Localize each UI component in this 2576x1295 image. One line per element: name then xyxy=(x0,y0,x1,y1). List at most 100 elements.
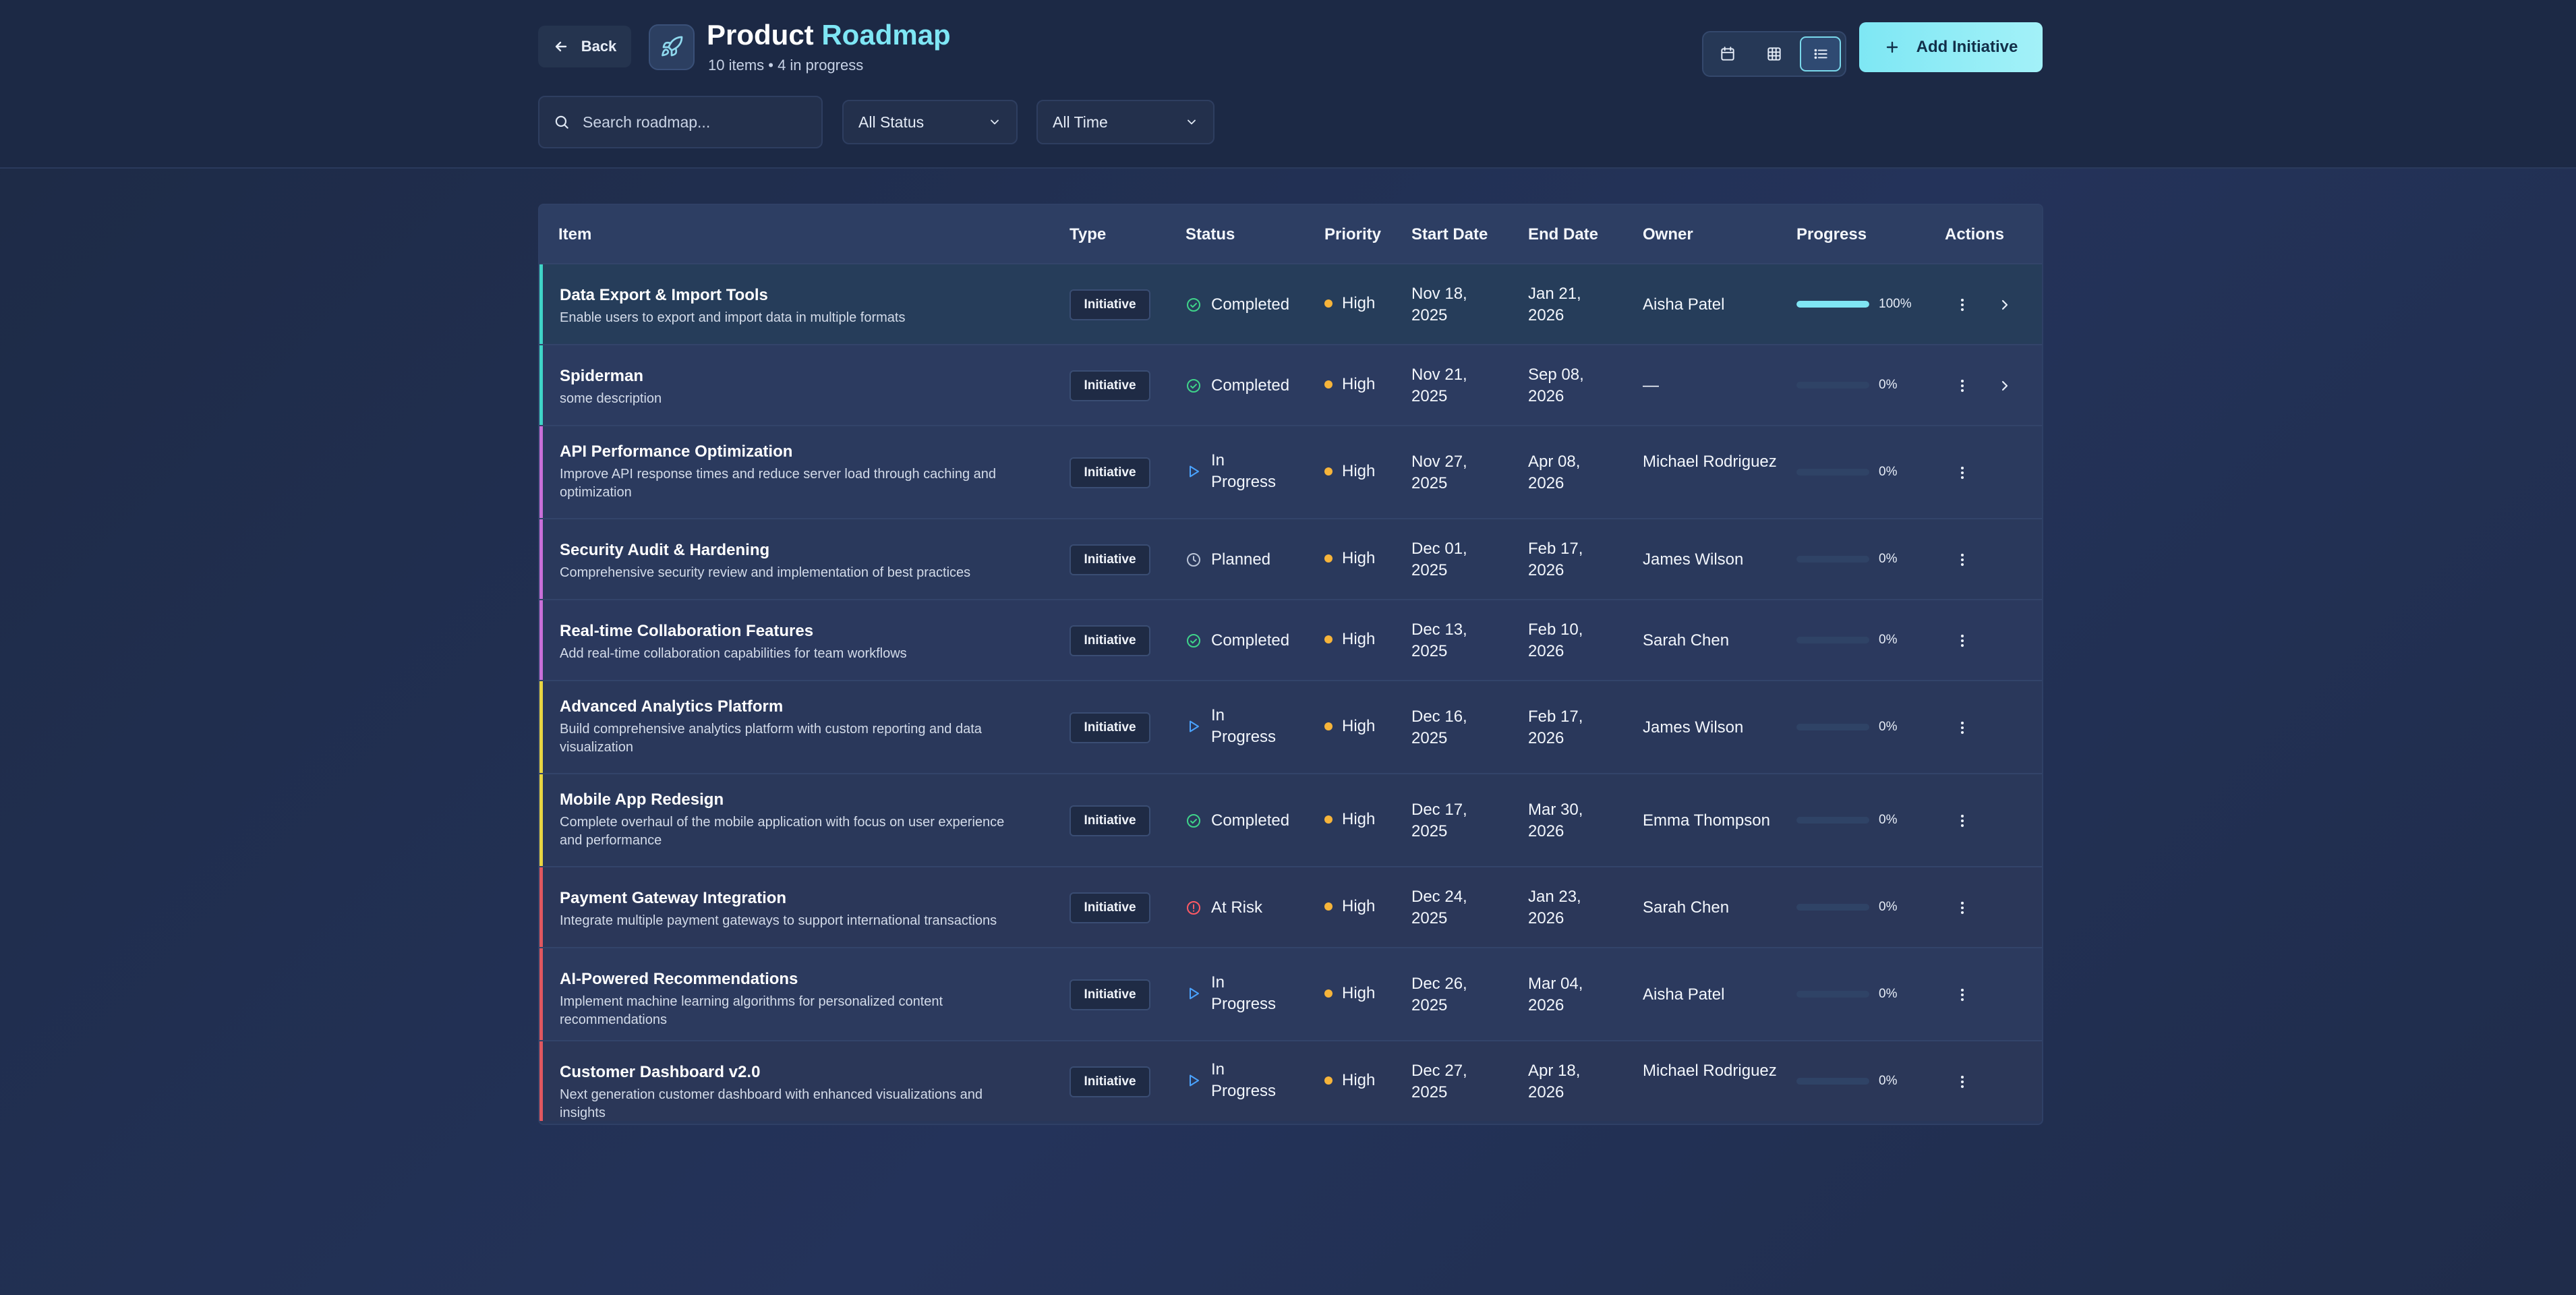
priority-label: High xyxy=(1342,630,1376,648)
calendar-view-button[interactable] xyxy=(1707,36,1749,71)
type-badge: Initiative xyxy=(1070,457,1150,488)
status-cell: In Progress xyxy=(1185,1059,1279,1102)
priority-dot xyxy=(1324,815,1333,824)
status-cell: Completed xyxy=(1185,810,1289,832)
more-actions-button[interactable] xyxy=(1952,463,1972,483)
search-placeholder: Search roadmap... xyxy=(583,113,711,131)
arrow-left-icon xyxy=(555,41,566,52)
item-title[interactable]: AI-Powered Recommendations xyxy=(560,970,1018,989)
column-header-progress[interactable]: Progress xyxy=(1796,225,1867,244)
more-actions-button[interactable] xyxy=(1952,718,1972,738)
row-accent-bar xyxy=(539,948,543,1040)
list-view-button[interactable] xyxy=(1800,36,1841,71)
item-title[interactable]: Payment Gateway Integration xyxy=(560,889,1018,908)
plus-icon xyxy=(1886,41,1898,53)
item-title[interactable]: Data Export & Import Tools xyxy=(560,286,1018,305)
priority-cell: High xyxy=(1324,1071,1375,1090)
more-vertical-icon xyxy=(1960,814,1964,828)
table-row[interactable]: Data Export & Import Tools Enable users t… xyxy=(539,263,2042,344)
table-row[interactable]: Payment Gateway Integration Integrate mul… xyxy=(539,866,2042,947)
start-date-day: Dec 16, xyxy=(1411,708,1467,726)
table-row[interactable]: AI-Powered Recommendations Implement mach… xyxy=(539,947,2042,1040)
end-date: Jan 21, 2026 xyxy=(1528,283,1581,326)
add-initiative-button[interactable]: Add Initiative xyxy=(1859,22,2043,72)
column-header-priority[interactable]: Priority xyxy=(1324,225,1381,244)
more-actions-button[interactable] xyxy=(1952,550,1972,570)
type-badge: Initiative xyxy=(1070,289,1150,320)
end-date-day: Mar 30, xyxy=(1528,801,1583,819)
column-header-item[interactable]: Item xyxy=(558,225,591,244)
item-cell: Mobile App Redesign Complete overhaul of … xyxy=(560,790,1018,850)
item-description: Implement machine learning algorithms fo… xyxy=(560,994,943,1027)
item-title[interactable]: Security Audit & Hardening xyxy=(560,541,1018,560)
column-header-end-date[interactable]: End Date xyxy=(1528,225,1598,244)
item-title[interactable]: Spiderman xyxy=(560,367,1018,386)
end-date: Apr 18, 2026 xyxy=(1528,1060,1580,1103)
more-actions-button[interactable] xyxy=(1952,631,1972,651)
list-icon xyxy=(1814,49,1827,59)
item-cell: API Performance Optimization Improve API … xyxy=(560,442,1018,502)
item-title[interactable]: API Performance Optimization xyxy=(560,442,1018,461)
start-date-day: Nov 27, xyxy=(1411,453,1467,471)
start-date-day: Dec 26, xyxy=(1411,975,1467,993)
priority-cell: High xyxy=(1324,462,1375,481)
table-row[interactable]: Mobile App Redesign Complete overhaul of … xyxy=(539,773,2042,866)
expand-row-button[interactable] xyxy=(1995,376,2015,396)
item-title[interactable]: Mobile App Redesign xyxy=(560,790,1018,809)
table-row[interactable]: API Performance Optimization Improve API … xyxy=(539,425,2042,518)
item-description: Add real-time collaboration capabilities… xyxy=(560,646,907,661)
more-vertical-icon xyxy=(1960,553,1964,567)
more-actions-button[interactable] xyxy=(1952,295,1972,315)
table-row[interactable]: Spiderman some description Initiative Compl… xyxy=(539,344,2042,425)
column-header-type[interactable]: Type xyxy=(1070,225,1106,244)
more-actions-button[interactable] xyxy=(1952,1072,1972,1092)
back-button[interactable]: Back xyxy=(538,26,631,67)
play-icon xyxy=(1190,1074,1199,1087)
status-filter-select[interactable]: All Status xyxy=(842,100,1018,144)
end-date: Feb 17, 2026 xyxy=(1528,538,1583,581)
item-title[interactable]: Advanced Analytics Platform xyxy=(560,697,1018,716)
table-row[interactable]: Real-time Collaboration Features Add real… xyxy=(539,599,2042,680)
column-header-actions: Actions xyxy=(1945,225,2005,243)
search-input[interactable]: Search roadmap... xyxy=(538,96,823,148)
start-date-year: 2025 xyxy=(1411,909,1448,927)
item-cell: AI-Powered Recommendations Implement mach… xyxy=(560,970,1018,1029)
progress-label: 0% xyxy=(1879,900,1898,914)
item-title[interactable]: Customer Dashboard v2.0 xyxy=(560,1063,1018,1082)
status-label: Completed xyxy=(1211,295,1290,314)
end-date-day: Apr 18, xyxy=(1528,1062,1581,1080)
type-badge: Initiative xyxy=(1070,979,1150,1010)
table-row[interactable]: Advanced Analytics Platform Build compreh… xyxy=(539,680,2042,773)
owner-name: Sarah Chen xyxy=(1643,631,1730,650)
item-title[interactable]: Real-time Collaboration Features xyxy=(560,622,1018,641)
end-date-year: 2026 xyxy=(1528,822,1564,840)
expand-row-button[interactable] xyxy=(1995,295,2015,315)
status-label: Completed xyxy=(1211,631,1290,650)
priority-label: High xyxy=(1342,375,1376,393)
item-cell: Security Audit & Hardening Comprehensive … xyxy=(560,541,1018,582)
more-actions-button[interactable] xyxy=(1952,898,1972,918)
item-description: Build comprehensive analytics platform w… xyxy=(560,722,982,755)
column-header-start-date[interactable]: Start Date xyxy=(1411,225,1488,244)
check-circle-icon xyxy=(1187,814,1200,828)
table-row[interactable]: Customer Dashboard v2.0 Next generation c… xyxy=(539,1040,2042,1121)
start-date-year: 2025 xyxy=(1411,1083,1448,1101)
progress-cell: 100% xyxy=(1796,297,1912,312)
type-badge: Initiative xyxy=(1070,370,1150,401)
start-date-year: 2025 xyxy=(1411,996,1448,1014)
grid-view-button[interactable] xyxy=(1754,36,1795,71)
status-cell: Planned xyxy=(1185,549,1279,571)
more-actions-button[interactable] xyxy=(1952,376,1972,396)
column-header-owner[interactable]: Owner xyxy=(1643,225,1693,244)
check-circle-icon xyxy=(1187,634,1200,648)
table-row[interactable]: Security Audit & Hardening Comprehensive … xyxy=(539,518,2042,599)
more-actions-button[interactable] xyxy=(1952,985,1972,1005)
roadmap-table: Item Type Status Priority Start Date End… xyxy=(538,204,2043,1125)
column-header-status[interactable]: Status xyxy=(1185,225,1235,244)
type-badge: Initiative xyxy=(1070,805,1150,836)
progress-bar xyxy=(1796,817,1869,824)
time-filter-select[interactable]: All Time xyxy=(1036,100,1214,144)
more-actions-button[interactable] xyxy=(1952,811,1972,831)
start-date-year: 2025 xyxy=(1411,306,1448,324)
priority-dot xyxy=(1324,722,1333,730)
